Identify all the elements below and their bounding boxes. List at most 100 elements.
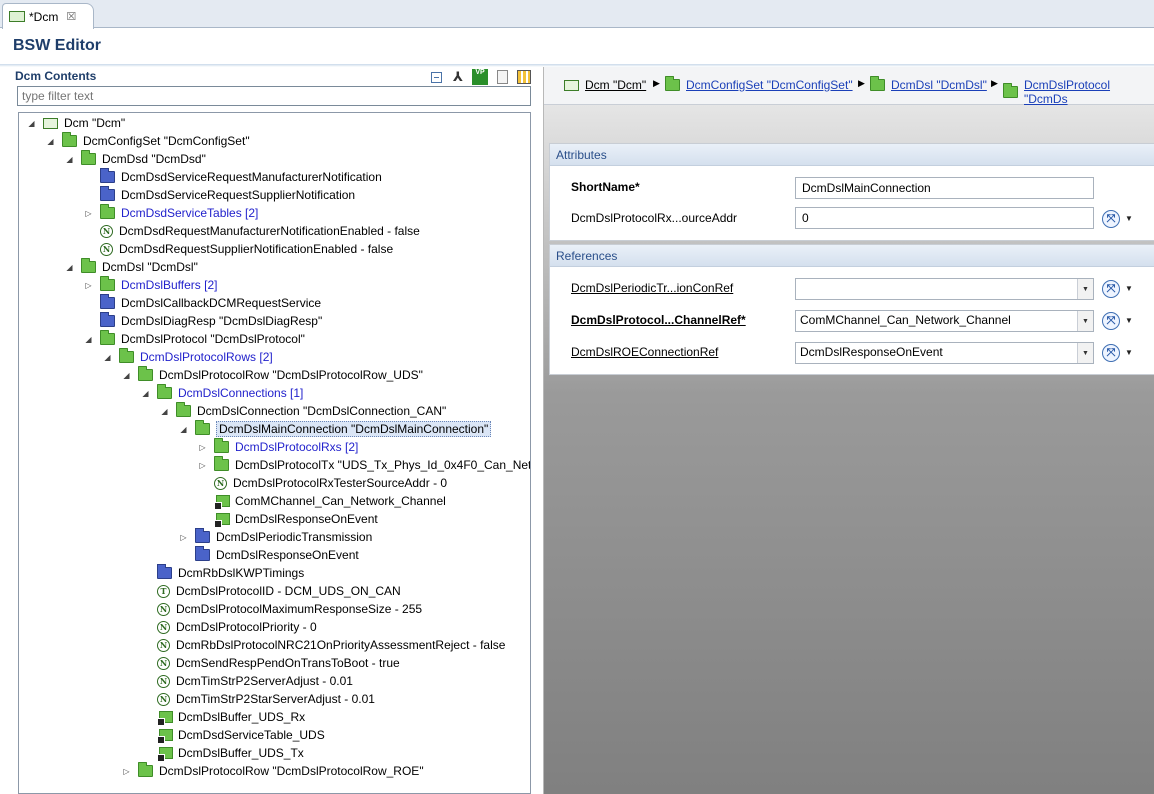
chevron-down-icon[interactable]: ▼: [1077, 279, 1093, 299]
tree-node[interactable]: DcmDslBuffer_UDS_Tx: [140, 744, 304, 762]
tree-node[interactable]: ComMChannel_Can_Network_Channel: [197, 492, 446, 510]
tree-node-label[interactable]: DcmDslCallbackDCMRequestService: [121, 296, 321, 310]
roe-ref-combo[interactable]: DcmDslResponseOnEvent ▼: [795, 342, 1094, 364]
tree-node-label[interactable]: DcmDslProtocolRxTesterSourceAddr - 0: [233, 476, 447, 490]
attributes-header[interactable]: Attributes: [550, 144, 1154, 166]
chevron-down-icon[interactable]: ▼: [1077, 311, 1093, 331]
action-icon[interactable]: ⤧: [1102, 280, 1120, 298]
collapsed-arrow-icon[interactable]: ▷: [83, 204, 94, 222]
expanded-arrow-icon[interactable]: ◢: [178, 420, 189, 438]
tree-node-label[interactable]: DcmDslProtocolID - DCM_UDS_ON_CAN: [176, 584, 401, 598]
tree-node-label[interactable]: DcmTimStrP2StarServerAdjust - 0.01: [176, 692, 375, 706]
breadcrumb-root[interactable]: Dcm "Dcm": [564, 78, 646, 92]
channel-ref-label[interactable]: DcmDslProtocol...ChannelRef*: [571, 313, 746, 327]
references-header[interactable]: References: [550, 245, 1154, 267]
filter-input[interactable]: [17, 86, 531, 106]
tab-dcm[interactable]: *Dcm ☒: [2, 3, 94, 29]
tree-node[interactable]: N DcmDsdRequestSupplierNotificationEnable…: [83, 240, 393, 258]
hierarchy-button[interactable]: ⅄: [450, 69, 466, 85]
tree-node[interactable]: DcmDsdServiceRequestManufacturerNotifica…: [83, 168, 382, 186]
expanded-arrow-icon[interactable]: ◢: [64, 150, 75, 168]
breadcrumb-item[interactable]: DcmDsl "DcmDsl": [870, 76, 987, 92]
chevron-down-icon[interactable]: ▼: [1125, 348, 1133, 357]
tree-node-label[interactable]: DcmDsdServiceRequestSupplierNotification: [121, 188, 355, 202]
tree-node-label[interactable]: DcmDslConnection "DcmDslConnection_CAN": [197, 404, 446, 418]
tree-node[interactable]: DcmRbDslKWPTimings: [140, 564, 304, 582]
collapsed-arrow-icon[interactable]: ▷: [83, 276, 94, 294]
expanded-arrow-icon[interactable]: ◢: [121, 366, 132, 384]
tree-node-label[interactable]: DcmDsdServiceTables [2]: [121, 206, 258, 220]
tree-node-label[interactable]: DcmDslProtocol "DcmDslProtocol": [121, 332, 305, 346]
tree-node[interactable]: N DcmDslProtocolPriority - 0: [140, 618, 317, 636]
tree-node-label[interactable]: DcmRbDslProtocolNRC21OnPriorityAssessmen…: [176, 638, 505, 652]
tree-node[interactable]: ◢ DcmConfigSet "DcmConfigSet": [45, 132, 250, 150]
tree-node-label[interactable]: DcmDsdRequestSupplierNotificationEnabled…: [119, 242, 393, 256]
close-icon[interactable]: ☒: [66, 10, 76, 23]
tree-node[interactable]: ◢ DcmDsl "DcmDsl": [64, 258, 198, 276]
expanded-arrow-icon[interactable]: ◢: [102, 348, 113, 366]
tree-node-label[interactable]: DcmSendRespPendOnTransToBoot - true: [176, 656, 400, 670]
collapsed-arrow-icon[interactable]: ▷: [197, 438, 208, 456]
tree-node[interactable]: ◢ DcmDslConnection "DcmDslConnection_CAN": [159, 402, 446, 420]
tree-node[interactable]: ▷ DcmDslProtocolRxs [2]: [197, 438, 358, 456]
tree-node[interactable]: N DcmSendRespPendOnTransToBoot - true: [140, 654, 400, 672]
tree-node-label[interactable]: DcmDslDiagResp "DcmDslDiagResp": [121, 314, 322, 328]
tree-node[interactable]: ◢ DcmDslProtocol "DcmDslProtocol": [83, 330, 305, 348]
tree-node-label[interactable]: DcmConfigSet "DcmConfigSet": [83, 134, 250, 148]
tree-node-label[interactable]: DcmDslProtocolMaximumResponseSize - 255: [176, 602, 422, 616]
periodic-ref-combo[interactable]: ▼: [795, 278, 1094, 300]
tree-node-label[interactable]: DcmDslConnections [1]: [178, 386, 303, 400]
document-button[interactable]: [494, 69, 510, 85]
tree-node[interactable]: N DcmDsdRequestManufacturerNotificationEn…: [83, 222, 420, 240]
tree-node[interactable]: T DcmDslProtocolID - DCM_UDS_ON_CAN: [140, 582, 401, 600]
tree-node-label[interactable]: Dcm "Dcm": [64, 116, 125, 130]
tree-node-label[interactable]: DcmDsdServiceRequestManufacturerNotifica…: [121, 170, 382, 184]
tree-node[interactable]: ▷ DcmDsdServiceTables [2]: [83, 204, 258, 222]
layout-button[interactable]: [516, 69, 532, 85]
tree-node[interactable]: ▷ DcmDslPeriodicTransmission: [178, 528, 372, 546]
tree-node-label[interactable]: DcmDsdRequestManufacturerNotificationEna…: [119, 224, 420, 238]
variant-point-button[interactable]: VP: [472, 69, 488, 85]
tree-node[interactable]: ▷ DcmDslProtocolTx "UDS_Tx_Phys_Id_0x4F0_…: [197, 456, 530, 474]
action-icon[interactable]: ⤧: [1102, 210, 1120, 228]
tree-node[interactable]: DcmDsdServiceTable_UDS: [140, 726, 325, 744]
tree-node-label[interactable]: DcmDslProtocolPriority - 0: [176, 620, 317, 634]
expanded-arrow-icon[interactable]: ◢: [64, 258, 75, 276]
tree-node-label[interactable]: DcmDsd "DcmDsd": [102, 152, 206, 166]
tree-node[interactable]: ◢ Dcm "Dcm": [26, 114, 125, 132]
breadcrumb-item-label[interactable]: DcmDslProtocol "DcmDs: [1024, 78, 1154, 106]
contents-tree[interactable]: ◢ Dcm "Dcm" ◢ DcmConfigSet "DcmConfigSet" ◢ D…: [18, 112, 531, 794]
tree-node[interactable]: ◢ DcmDslMainConnection "DcmDslMainConnect…: [178, 420, 492, 438]
periodic-ref-label[interactable]: DcmDslPeriodicTr...ionConRef: [571, 281, 733, 295]
tree-node[interactable]: ▷ DcmDslBuffers [2]: [83, 276, 217, 294]
breadcrumb-item[interactable]: DcmDslProtocol "DcmDs: [1003, 78, 1154, 106]
tree-node[interactable]: DcmDsdServiceRequestSupplierNotification: [83, 186, 355, 204]
tree-node[interactable]: ◢ DcmDslProtocolRows [2]: [102, 348, 273, 366]
tree-node[interactable]: DcmDslResponseOnEvent: [197, 510, 378, 528]
tree-node-label[interactable]: DcmDslProtocolRxs [2]: [235, 440, 358, 454]
tree-node-label[interactable]: DcmDslProtocolTx "UDS_Tx_Phys_Id_0x4F0_C…: [235, 458, 530, 472]
expanded-arrow-icon[interactable]: ◢: [26, 114, 37, 132]
collapsed-arrow-icon[interactable]: ▷: [121, 762, 132, 780]
breadcrumb-item-label[interactable]: DcmDsl "DcmDsl": [891, 78, 987, 92]
tree-node-label[interactable]: DcmDsdServiceTable_UDS: [178, 728, 325, 742]
tree-node-label[interactable]: DcmDslProtocolRow "DcmDslProtocolRow_ROE…: [159, 764, 424, 778]
tree-node-label[interactable]: DcmTimStrP2ServerAdjust - 0.01: [176, 674, 353, 688]
tree-node[interactable]: N DcmDslProtocolRxTesterSourceAddr - 0: [197, 474, 447, 492]
tree-node-label[interactable]: ComMChannel_Can_Network_Channel: [235, 494, 446, 508]
chevron-down-icon[interactable]: ▼: [1125, 316, 1133, 325]
roe-ref-label[interactable]: DcmDslROEConnectionRef: [571, 345, 718, 359]
shortname-input[interactable]: [795, 177, 1094, 199]
tree-node-label[interactable]: DcmDslBuffer_UDS_Rx: [178, 710, 305, 724]
tree-node[interactable]: ◢ DcmDslConnections [1]: [140, 384, 303, 402]
collapsed-arrow-icon[interactable]: ▷: [178, 528, 189, 546]
collapsed-arrow-icon[interactable]: ▷: [197, 456, 208, 474]
breadcrumb-item[interactable]: DcmConfigSet "DcmConfigSet": [665, 76, 853, 92]
tree-node[interactable]: DcmDslDiagResp "DcmDslDiagResp": [83, 312, 322, 330]
action-icon[interactable]: ⤧: [1102, 344, 1120, 362]
tree-node-label[interactable]: DcmDslResponseOnEvent: [235, 512, 378, 526]
tree-node[interactable]: N DcmDslProtocolMaximumResponseSize - 255: [140, 600, 422, 618]
chevron-down-icon[interactable]: ▼: [1077, 343, 1093, 363]
tree-node-label[interactable]: DcmDslPeriodicTransmission: [216, 530, 372, 544]
tree-node[interactable]: ◢ DcmDslProtocolRow "DcmDslProtocolRow_UD…: [121, 366, 423, 384]
